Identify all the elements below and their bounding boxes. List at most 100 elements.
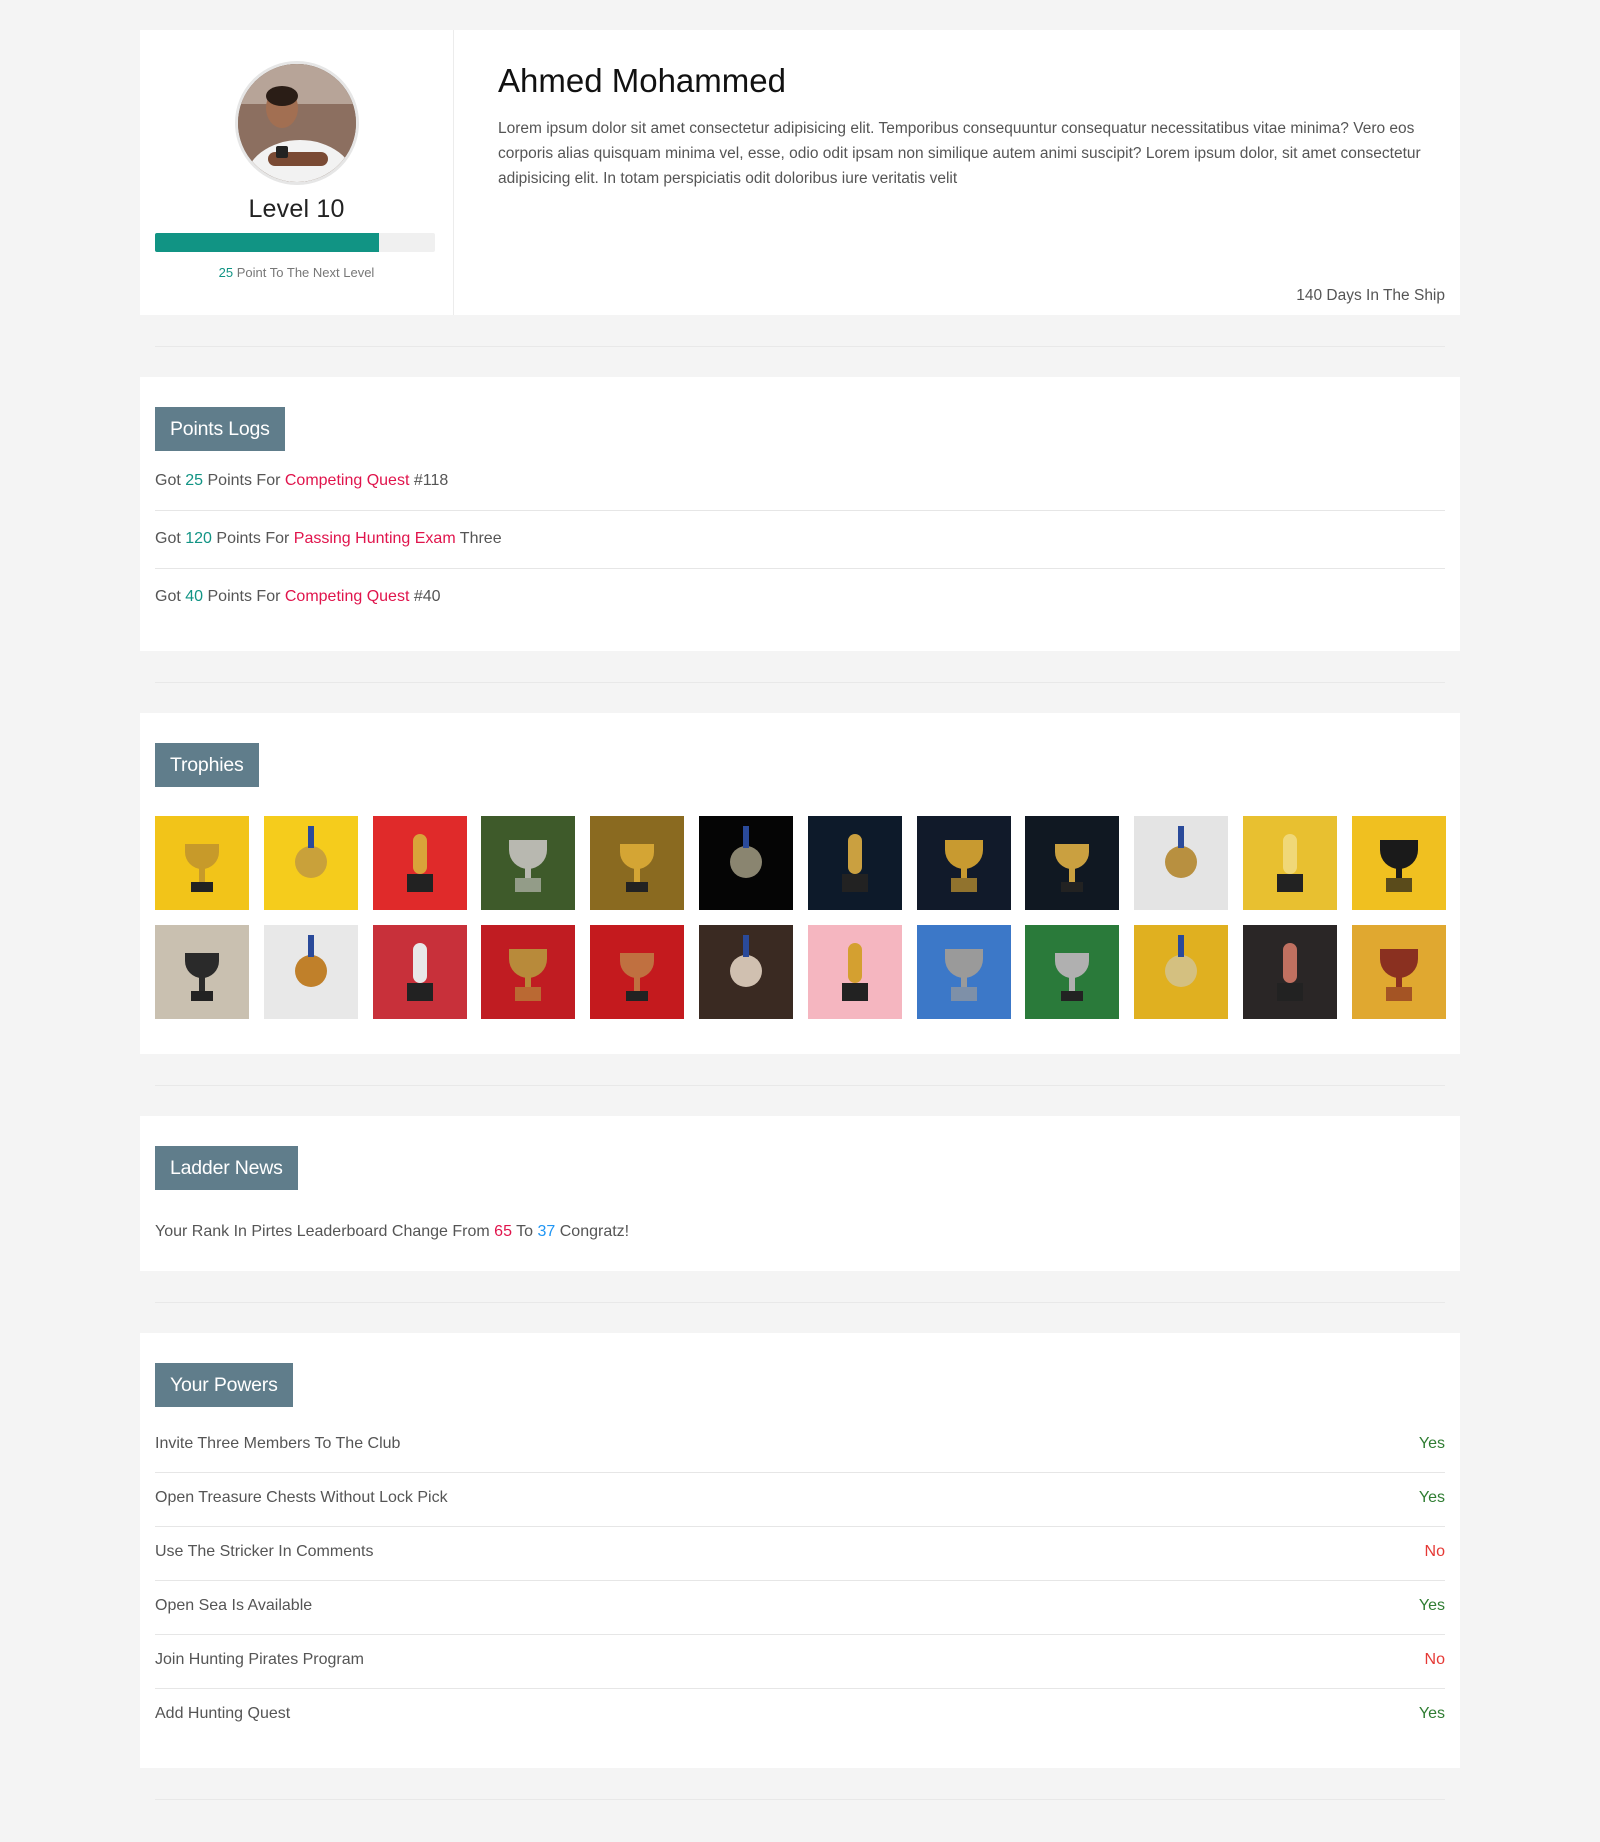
avatar[interactable] [234, 61, 359, 185]
log-points: 40 [185, 588, 204, 605]
trophy-image[interactable] [916, 816, 1011, 910]
trophy-image[interactable] [590, 816, 685, 910]
medal-dice-icon [807, 816, 902, 910]
trophy-image[interactable] [1134, 816, 1229, 910]
power-label: Open Sea Is Available [155, 1597, 313, 1614]
trophies-grid [155, 816, 1446, 1019]
avatar-photo [237, 64, 356, 182]
days-in-ship: 140 Days In The Ship [1296, 287, 1445, 304]
rank-to: 37 [537, 1223, 556, 1240]
log-row: Got 120 Points For Passing Hunting Exam … [155, 511, 1445, 569]
trophy-image[interactable] [1025, 816, 1120, 910]
log-text: Points For [207, 588, 281, 605]
trophy-hand-yellow-icon [263, 816, 358, 910]
power-row: Open Treasure Chests Without Lock Pick Ye… [155, 1473, 1445, 1527]
trophies-section: Trophies [140, 713, 1460, 1054]
trophy-yellow-blur-icon [1134, 925, 1229, 1019]
trophy-image[interactable] [698, 925, 793, 1019]
trophy-image[interactable] [481, 925, 576, 1019]
log-text: Points For [207, 472, 281, 489]
power-row: Add Hunting Quest Yes [155, 1689, 1445, 1743]
medal-basketball-icon [590, 925, 685, 1019]
trophy-image[interactable] [372, 816, 467, 910]
trophy-hands-black-icon [155, 925, 249, 1019]
divider [155, 682, 1445, 683]
ladder-news-text: Your Rank In Pirtes Leaderboard Change F… [155, 1223, 1445, 1241]
log-text: Got [155, 530, 181, 547]
section-title: Ladder News [155, 1146, 298, 1190]
next-level-points: 25 [218, 265, 234, 280]
trophy-image[interactable] [1351, 816, 1446, 910]
page: Level 10 25 Point To The Next Level Ahme… [140, 30, 1460, 1830]
divider [155, 1085, 1445, 1086]
powers-list: Invite Three Members To The Club Yes Open … [155, 1419, 1445, 1743]
level-progress-bar [155, 233, 435, 252]
trophy-soccer-red-icon [372, 925, 467, 1019]
trophy-pink-icon [807, 925, 902, 1019]
log-quest-link[interactable]: Passing Hunting Exam [294, 530, 456, 547]
trophy-gold-white-icon [1134, 816, 1229, 910]
log-quest-link[interactable]: Competing Quest [285, 472, 410, 489]
trophy-blue-sky-icon [916, 925, 1011, 1019]
power-status: No [1424, 1543, 1445, 1560]
log-text: Got [155, 472, 181, 489]
trophy-image[interactable] [1025, 925, 1120, 1019]
trophy-court-icon [1025, 925, 1120, 1019]
medal-confetti-icon [916, 816, 1011, 910]
trophy-image[interactable] [263, 816, 358, 910]
trophies-soccer-icon [1242, 925, 1337, 1019]
power-status: Yes [1418, 1435, 1445, 1452]
next-level-text: 25 Point To The Next Level [219, 265, 375, 280]
log-points: 120 [185, 530, 212, 547]
trophy-image[interactable] [155, 816, 249, 910]
profile-card: Level 10 25 Point To The Next Level Ahme… [140, 30, 1460, 315]
ladder-text-mid: To [516, 1223, 534, 1240]
trophy-red-icon [372, 816, 467, 910]
trophy-image[interactable] [590, 925, 685, 1019]
trophy-yellow-dots-icon [1242, 816, 1337, 910]
log-quest-link[interactable]: Competing Quest [285, 588, 410, 605]
section-title: Your Powers [155, 1363, 293, 1407]
trophy-image[interactable] [807, 925, 902, 1019]
log-row: Got 40 Points For Competing Quest #40 [155, 569, 1445, 626]
points-logs-list: Got 25 Points For Competing Quest #118 Go… [155, 451, 1445, 626]
power-row: Open Sea Is Available Yes [155, 1581, 1445, 1635]
statuette-white-icon [263, 925, 358, 1019]
rank-from: 65 [494, 1223, 512, 1240]
trophy-silver-leaves-icon [481, 816, 576, 910]
trophy-image[interactable] [155, 925, 249, 1019]
trophy-image[interactable] [807, 816, 902, 910]
next-level-label: Point To The Next Level [236, 265, 375, 280]
profile-summary: Level 10 25 Point To The Next Level [140, 30, 454, 315]
section-title: Points Logs [155, 407, 285, 451]
trophy-image[interactable] [916, 925, 1011, 1019]
trophy-image[interactable] [1134, 925, 1229, 1019]
log-text: Got [155, 588, 181, 605]
power-status: Yes [1418, 1705, 1445, 1722]
trophy-yellow-blue-icon [1351, 816, 1446, 910]
power-row: Join Hunting Pirates Program No [155, 1635, 1445, 1689]
trophy-image[interactable] [372, 925, 467, 1019]
trophy-hand-orange-icon [1351, 925, 1446, 1019]
profile-bio: Lorem ipsum dolor sit amet consectetur a… [498, 120, 1421, 187]
trophy-image[interactable] [1242, 816, 1337, 910]
power-status: Yes [1418, 1489, 1445, 1506]
trophy-red-dark-icon [481, 925, 576, 1019]
points-logs-section: Points Logs Got 25 Points For Competing … [140, 377, 1460, 651]
ladder-news-section: Ladder News Your Rank In Pirtes Leaderbo… [140, 1116, 1460, 1271]
trophy-smoke-icon [590, 816, 685, 910]
ladder-text-post: Congratz! [559, 1223, 630, 1240]
powers-section: Your Powers Invite Three Members To The … [140, 1333, 1460, 1768]
trophy-image[interactable] [481, 816, 576, 910]
trophy-image[interactable] [698, 816, 793, 910]
trophy-image[interactable] [263, 925, 358, 1019]
statuette-dark-icon [698, 816, 793, 910]
medal-blue-ribbon-icon [1025, 816, 1120, 910]
trophy-image[interactable] [1351, 925, 1446, 1019]
divider [155, 1302, 1445, 1303]
log-row: Got 25 Points For Competing Quest #118 [155, 451, 1445, 511]
section-title: Trophies [155, 743, 259, 787]
power-label: Invite Three Members To The Club [155, 1435, 401, 1452]
level-label: Level 10 [248, 195, 345, 223]
trophy-image[interactable] [1242, 925, 1337, 1019]
